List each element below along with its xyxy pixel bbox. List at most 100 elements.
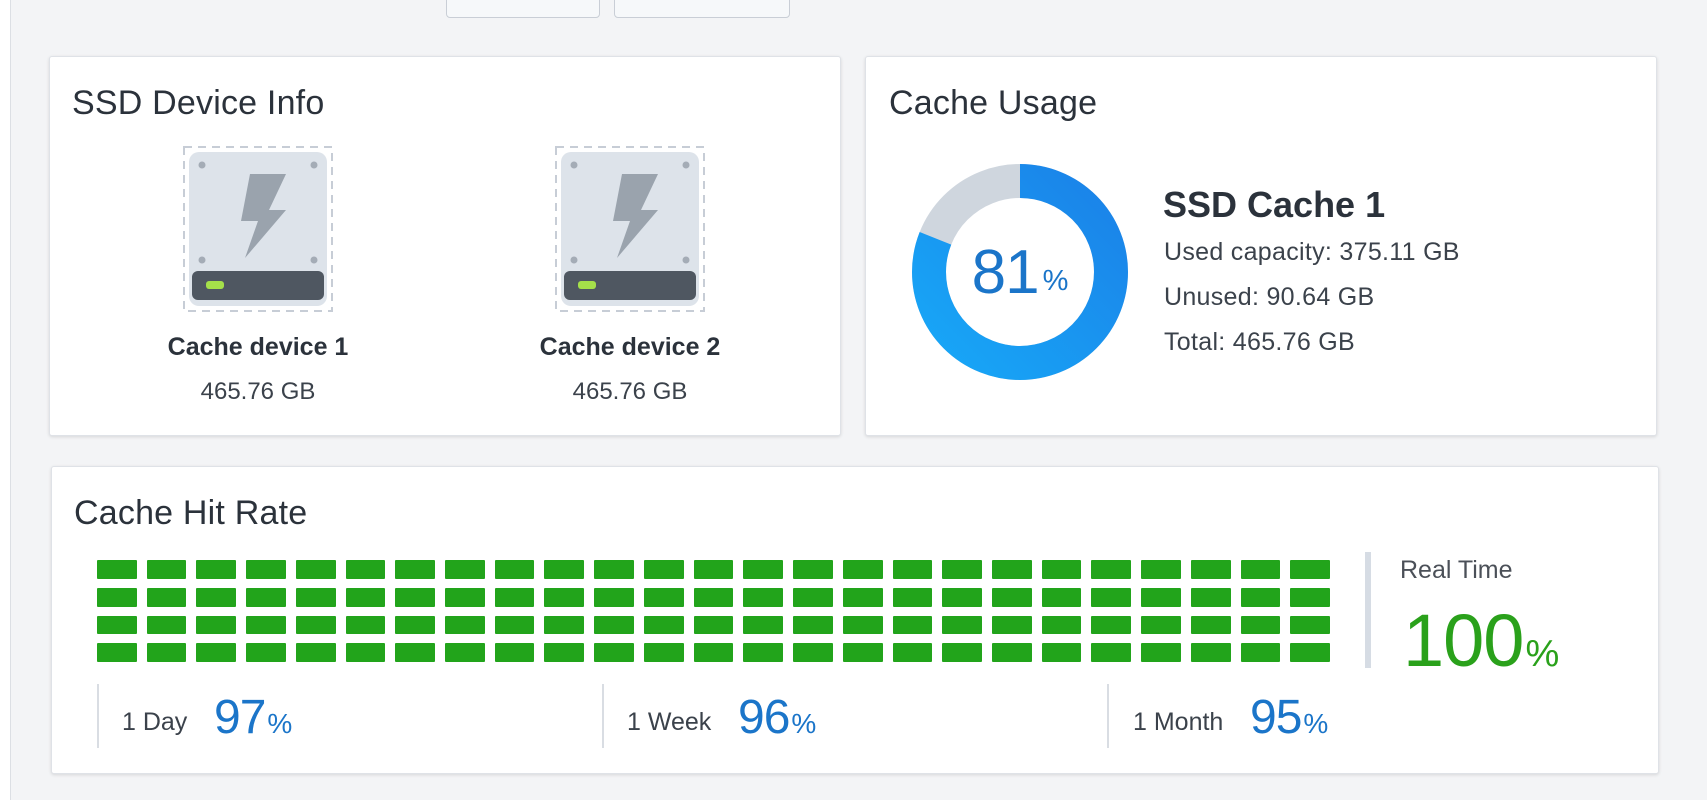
hit-rate-bar-cell	[594, 560, 634, 579]
hit-rate-bar-cell	[246, 643, 286, 662]
donut-center: 81%	[910, 162, 1130, 382]
cache-device-2-size: 465.76 GB	[572, 378, 688, 405]
stat-number-month: 95	[1250, 691, 1302, 744]
stat-value-month: 95%	[1250, 690, 1328, 745]
hit-rate-bar-cell	[395, 587, 436, 607]
stat-value-day: 97%	[214, 690, 292, 745]
hit-rate-bar-cell	[1290, 643, 1330, 662]
hit-rate-bar-cell	[892, 615, 933, 635]
hit-rate-bar-cell	[395, 615, 436, 635]
cache-device-1-name: Cache device 1	[167, 333, 349, 361]
hit-rate-bar-cell	[643, 615, 684, 635]
hit-rate-bar-cell	[445, 587, 485, 607]
used-capacity: Used capacity: 375.11 GB	[1164, 238, 1460, 266]
stat-pct-week: %	[791, 708, 817, 739]
unused-capacity: Unused: 90.64 GB	[1164, 283, 1375, 311]
realtime-label: Real Time	[1400, 556, 1513, 584]
cache-device-1-icon	[183, 146, 333, 316]
hit-rate-bar-cell	[693, 560, 734, 579]
hit-rate-bar-cell	[693, 643, 734, 662]
hit-rate-bar-cell	[793, 560, 833, 579]
hit-rate-bar-cell	[1240, 615, 1281, 635]
hit-rate-bar-cell	[246, 587, 286, 607]
cache-name: SSD Cache 1	[1163, 184, 1386, 225]
hit-rate-bar-cell	[743, 615, 784, 635]
hit-rate-bar-cell	[693, 587, 734, 607]
hit-rate-bar-cell	[842, 615, 883, 635]
realtime-number: 100	[1403, 599, 1524, 682]
cache-hit-rate-title: Cache Hit Rate	[74, 494, 308, 532]
hit-rate-bar-cell	[693, 615, 734, 635]
hit-rate-bar-cell	[345, 587, 386, 607]
hit-rate-bar-cell	[1041, 560, 1082, 579]
hit-rate-bar-cell	[942, 587, 982, 607]
hit-rate-bar-cell	[743, 587, 784, 607]
stat-divider-week	[602, 684, 604, 748]
stat-label-week: 1 Week	[627, 708, 712, 736]
hit-rate-bar-cell	[196, 560, 237, 579]
hit-rate-bar-cell	[643, 643, 684, 662]
cache-device-2-name: Cache device 2	[539, 333, 721, 361]
hit-rate-bar-cell	[196, 615, 237, 635]
hit-rate-bar-cell	[1041, 615, 1082, 635]
hit-rate-bar-cell	[1091, 560, 1132, 579]
hit-rate-bar-cell	[345, 643, 386, 662]
hit-rate-bar-cell	[494, 643, 535, 662]
hit-rate-bar-cell	[1240, 560, 1281, 579]
stat-pct-day: %	[267, 708, 293, 739]
hit-rate-bar-cell	[942, 643, 982, 662]
cache-usage-percent: 81	[971, 237, 1040, 307]
toolbar-button-2[interactable]	[614, 0, 790, 18]
hit-rate-bar-cell	[793, 615, 833, 635]
hit-rate-bar-cell	[743, 560, 784, 579]
hit-rate-bar-cell	[991, 560, 1032, 579]
hit-rate-bar-cell	[395, 643, 436, 662]
stat-value-week: 96%	[738, 690, 816, 745]
stat-label-day: 1 Day	[122, 708, 188, 736]
hit-rate-bar-cell	[1041, 587, 1082, 607]
hit-rate-bar-cell	[942, 560, 982, 579]
hit-rate-bar-cell	[445, 615, 485, 635]
hit-rate-bar-cell	[494, 587, 535, 607]
cache-usage-donut: 81%	[910, 162, 1130, 382]
hit-rate-bar-grid	[97, 560, 1330, 662]
hit-rate-bar-cell	[494, 615, 535, 635]
hit-rate-bar-cell	[1290, 587, 1330, 607]
toolbar-button-1[interactable]	[446, 0, 600, 18]
cache-usage-percent-sign: %	[1042, 264, 1069, 297]
ssd-device-info-title: SSD Device Info	[72, 84, 325, 122]
hit-rate-bar-cell	[743, 643, 784, 662]
hit-rate-bar-cell	[1290, 560, 1330, 579]
hit-rate-bar-cell	[395, 560, 436, 579]
hit-rate-bar-cell	[246, 560, 286, 579]
hit-rate-bar-cell	[97, 615, 137, 635]
total-capacity: Total: 465.76 GB	[1164, 328, 1356, 356]
hit-rate-bar-cell	[1141, 615, 1181, 635]
hit-rate-bar-cell	[991, 615, 1032, 635]
stat-number-week: 96	[738, 691, 790, 744]
hit-rate-bar-cell	[1141, 643, 1181, 662]
hit-rate-bar-cell	[942, 615, 982, 635]
hit-rate-bar-cell	[892, 587, 933, 607]
hit-rate-bar-cell	[295, 643, 336, 662]
hit-rate-bar-cell	[445, 643, 485, 662]
stat-label-month: 1 Month	[1133, 708, 1224, 736]
hit-rate-bar-cell	[991, 643, 1032, 662]
hit-rate-bar-cell	[146, 643, 187, 662]
hit-rate-bar-cell	[793, 587, 833, 607]
cache-device-1-size: 465.76 GB	[200, 378, 316, 405]
hit-rate-bar-cell	[445, 560, 485, 579]
hit-rate-bar-cell	[345, 615, 386, 635]
hit-rate-bar-cell	[544, 615, 585, 635]
hit-rate-bar-cell	[544, 643, 585, 662]
realtime-percent-sign: %	[1525, 633, 1560, 675]
stat-number-day: 97	[214, 691, 266, 744]
stat-pct-month: %	[1303, 708, 1329, 739]
hit-rate-bar-cell	[1190, 587, 1231, 607]
cache-device-2-icon	[555, 146, 705, 316]
hit-rate-bar-cell	[594, 587, 634, 607]
hit-rate-bar-cell	[1091, 587, 1132, 607]
hit-rate-bar-cell	[1041, 643, 1082, 662]
hit-rate-bar-cell	[544, 560, 585, 579]
hit-rate-bar-cell	[1141, 587, 1181, 607]
